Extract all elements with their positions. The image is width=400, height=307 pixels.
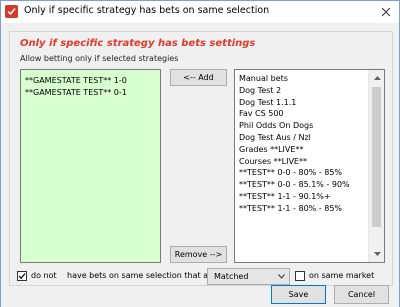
do-not-checkbox[interactable] xyxy=(17,271,27,281)
list-item[interactable]: **TEST** 1-1 - 80% - 85% xyxy=(235,203,369,215)
close-icon xyxy=(381,7,391,16)
list-item[interactable]: **GAMESTATE TEST** 1-0 xyxy=(21,75,160,87)
chevron-up-icon xyxy=(373,76,381,80)
vertical-scrollbar[interactable] xyxy=(368,70,384,262)
scroll-down-button[interactable] xyxy=(369,246,384,262)
list-item[interactable]: Dog Test 1.1.1 xyxy=(235,97,369,109)
list-item[interactable]: Courses **LIVE** xyxy=(235,156,369,168)
list-item[interactable]: Dog Test 2 xyxy=(235,85,369,97)
match-status-select[interactable]: Matched xyxy=(207,268,290,285)
list-item[interactable]: Manual bets xyxy=(235,73,369,85)
settings-group: Only if specific strategy has bets setti… xyxy=(9,31,393,286)
checkmark-icon xyxy=(18,273,26,280)
title-bar[interactable]: Only if specific strategy has bets on sa… xyxy=(1,1,399,23)
dialog-window: Only if specific strategy has bets on sa… xyxy=(0,0,400,307)
list-item[interactable]: Dog Test Aus / Nzl xyxy=(235,132,369,144)
settings-header: Only if specific strategy has bets setti… xyxy=(20,38,256,49)
close-button[interactable] xyxy=(373,1,399,22)
settings-subtext: Allow betting only if selected strategie… xyxy=(20,54,179,63)
cancel-button[interactable]: Cancel xyxy=(334,285,389,304)
chevron-down-icon xyxy=(373,252,381,256)
save-button[interactable]: Save xyxy=(271,285,326,304)
match-status-value: Matched xyxy=(214,272,249,281)
list-item[interactable]: **TEST** 0-0 - 80% - 85% xyxy=(235,167,369,179)
same-market-label: on same market xyxy=(309,271,375,280)
do-not-label: do not xyxy=(31,271,57,280)
app-icon xyxy=(5,5,18,18)
list-item[interactable]: **TEST** 0-0 - 85.1% - 90% xyxy=(235,179,369,191)
remove-button[interactable]: Remove --> xyxy=(170,246,227,263)
list-item[interactable]: Grades **LIVE** xyxy=(235,144,369,156)
dialog-content: Only if specific strategy has bets setti… xyxy=(1,23,399,307)
window-title: Only if specific strategy has bets on sa… xyxy=(24,5,270,16)
condition-phrase: have bets on same selection that are xyxy=(67,271,217,280)
same-market-checkbox[interactable] xyxy=(295,271,305,281)
scroll-up-button[interactable] xyxy=(369,70,384,86)
list-item[interactable]: **TEST** 1-1 - 90.1%+ xyxy=(235,191,369,203)
list-item[interactable]: Phil Odds On Dogs xyxy=(235,120,369,132)
list-item[interactable]: Fav CS 500 xyxy=(235,108,369,120)
available-strategies-list[interactable]: Manual bets Dog Test 2 Dog Test 1.1.1 Fa… xyxy=(234,69,385,263)
selected-strategies-list[interactable]: **GAMESTATE TEST** 1-0 **GAMESTATE TEST*… xyxy=(20,69,161,263)
add-button[interactable]: <-- Add xyxy=(170,69,227,86)
scrollbar-thumb[interactable] xyxy=(372,87,381,227)
chevron-down-icon xyxy=(278,274,285,279)
list-item[interactable]: **GAMESTATE TEST** 0-1 xyxy=(21,87,160,99)
